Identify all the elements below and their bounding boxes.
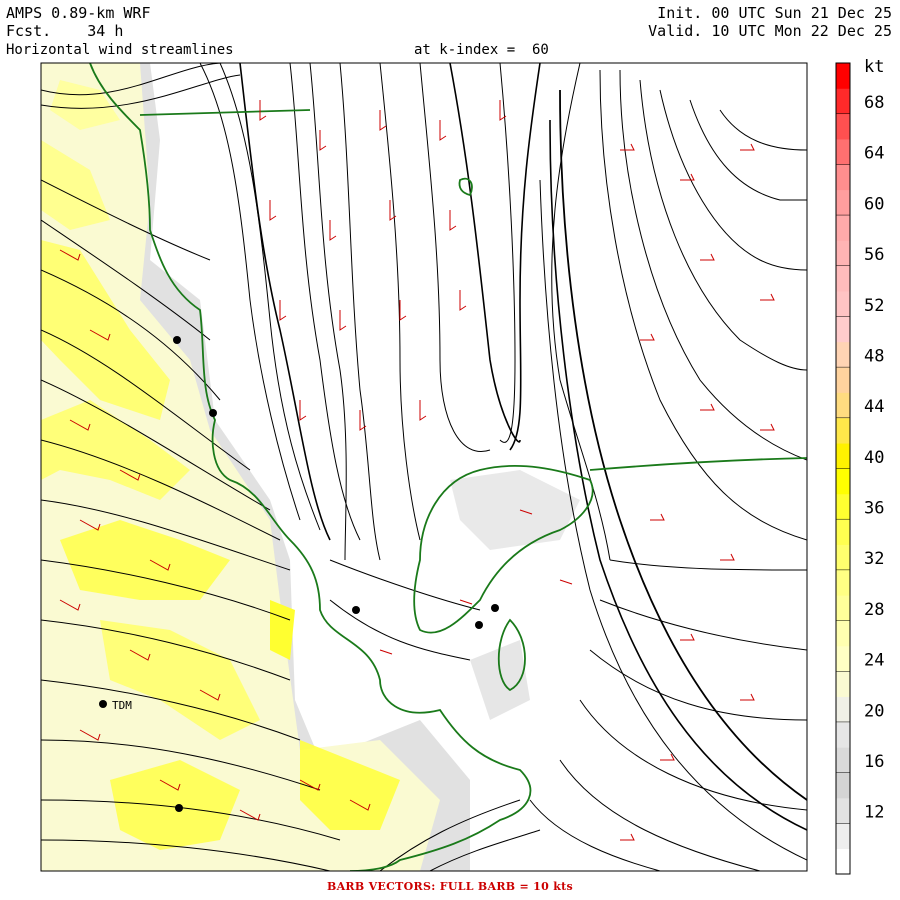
colorbar-bin [836,721,850,748]
colorbar-bin [836,823,850,850]
colorbar-tick-label: 64 [864,144,884,164]
colorbar-tick-label: 12 [864,803,884,823]
colorbar-bin [836,113,850,140]
colorbar-bin [836,797,850,824]
colorbar-bin [836,164,850,191]
colorbar-bin [836,468,850,495]
colorbar-bin [836,63,850,89]
colorbar-bin [836,620,850,647]
colorbar-bin [836,544,850,571]
colorbar: kt 68 64 60 56 52 48 44 40 36 32 28 24 20 16 12 [835,57,884,875]
colorbar-bin [836,493,850,520]
colorbar-bin [836,240,850,267]
colorbar-bin [836,316,850,343]
colorbar-tick-label: 56 [864,245,884,265]
colorbar-bin [836,392,850,419]
colorbar-bin [836,595,850,621]
colorbar-bin [836,671,850,697]
colorbar-tick-label: 36 [864,499,884,519]
colorbar-tick-label: 24 [864,651,884,671]
colorbar-tick-label: 20 [864,701,884,721]
colorbar-tick-label: 16 [864,752,884,772]
colorbar-tick-label: 40 [864,448,884,468]
colorbar-bin [836,645,850,672]
colorbar-bin [836,772,850,799]
colorbar-tick-label: 28 [864,600,884,620]
colorbar-bin [836,189,850,216]
colorbar-bin [836,367,850,393]
colorbar-tick-label: 52 [864,296,884,316]
colorbar-tick-label: 68 [864,93,884,113]
colorbar-bin [836,696,850,723]
colorbar-bin [836,341,850,368]
colorbar-unit: kt [864,57,884,77]
colorbar-tick-label: 44 [864,397,884,417]
colorbar-bin [836,139,850,165]
colorbar-bin [836,848,850,875]
colorbar-bin [836,747,850,774]
colorbar-bin [836,291,850,317]
colorbar-tick-label: 60 [864,194,884,214]
colorbar-bin [836,417,850,444]
barb-legend: BARB VECTORS: FULL BARB = 10 kts [327,880,573,893]
colorbar-bin [836,443,850,469]
colorbar-bin [836,569,850,596]
colorbar-tick-label: 48 [864,346,884,366]
colorbar-bin [836,265,850,292]
colorbar-bin [836,215,850,241]
colorbar-tick-label: 32 [864,549,884,569]
colorbar-bin [836,88,850,115]
colorbar-bin [836,519,850,545]
